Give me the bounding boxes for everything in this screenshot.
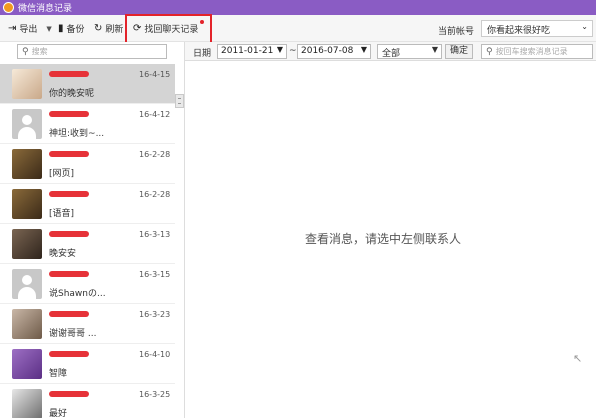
account-label: 当前帐号 bbox=[438, 27, 475, 37]
contact-item[interactable]: 16-4-15 你的晚安呢 bbox=[0, 64, 175, 104]
confirm-button[interactable]: 确定 bbox=[445, 44, 473, 59]
contact-name-redacted bbox=[49, 311, 89, 317]
contact-item[interactable]: 16-4-10 智障 bbox=[0, 344, 175, 384]
contact-date: 16-3-13 bbox=[139, 230, 171, 239]
contact-name-redacted bbox=[49, 111, 89, 117]
contact-date: 16-4-15 bbox=[139, 70, 171, 79]
contact-name-redacted bbox=[49, 71, 89, 77]
message-search-placeholder: 按回车搜索消息记录 bbox=[495, 47, 568, 56]
date-label: 日期 bbox=[193, 49, 212, 59]
contact-date: 16-3-23 bbox=[139, 310, 171, 319]
contact-name-redacted bbox=[49, 351, 89, 357]
contact-name-redacted bbox=[49, 231, 89, 237]
avatar bbox=[12, 149, 42, 179]
export-button[interactable]: ⇥ 导出 ▼ bbox=[8, 21, 52, 36]
message-type-value: 全部 bbox=[382, 49, 401, 59]
scrollbar-thumb[interactable] bbox=[175, 94, 184, 108]
contact-last-message: 你的晚安呢 bbox=[49, 89, 95, 99]
export-label: 导出 bbox=[19, 25, 38, 35]
message-search-input[interactable]: ⚲ 按回车搜索消息记录 bbox=[481, 44, 593, 59]
date-separator: ~ bbox=[289, 46, 297, 56]
backup-icon: ▮ bbox=[58, 23, 64, 34]
export-icon: ⇥ bbox=[8, 23, 17, 34]
contact-last-message: 最好 bbox=[49, 409, 68, 418]
contact-name-redacted bbox=[49, 191, 89, 197]
end-date-value: 2016-07-08 bbox=[301, 46, 354, 56]
refresh-button[interactable]: ↻ 刷新 bbox=[94, 21, 123, 36]
export-dropdown-icon[interactable]: ▼ bbox=[46, 25, 51, 33]
chevron-down-icon: ▼ bbox=[276, 45, 283, 54]
contact-date: 16-2-28 bbox=[139, 190, 171, 199]
contact-search-placeholder: 搜索 bbox=[31, 47, 48, 56]
avatar bbox=[12, 389, 42, 418]
avatar bbox=[12, 269, 42, 299]
contact-last-message: 说Shawnの... bbox=[49, 289, 106, 299]
contact-item[interactable]: 16-3-15 说Shawnの... bbox=[0, 264, 175, 304]
search-icon: ⚲ bbox=[486, 46, 493, 57]
contact-last-message: 神坦:收到~... bbox=[49, 129, 105, 139]
avatar bbox=[12, 69, 42, 99]
empty-state-text: 查看消息，请选中左侧联系人 bbox=[305, 232, 462, 246]
backup-button[interactable]: ▮ 备份 bbox=[58, 21, 85, 36]
start-date-picker[interactable]: 2011-01-21 ▼ bbox=[217, 44, 287, 59]
account-select[interactable]: 你看起来很好吃 ⌄ bbox=[481, 20, 593, 37]
contact-name-redacted bbox=[49, 391, 89, 397]
contact-last-message: 谢谢哥哥 ... bbox=[49, 329, 97, 339]
contact-last-message: 智障 bbox=[49, 369, 68, 379]
contact-date: 16-3-15 bbox=[139, 270, 171, 279]
contact-item[interactable]: 16-2-28 [网页] bbox=[0, 144, 175, 184]
backup-label: 备份 bbox=[66, 25, 85, 35]
contact-last-message: [语音] bbox=[49, 209, 75, 219]
window-title: 微信消息记录 bbox=[18, 4, 73, 14]
contact-date: 16-2-28 bbox=[139, 150, 171, 159]
message-type-select[interactable]: 全部 ▼ bbox=[377, 44, 442, 59]
end-date-picker[interactable]: 2016-07-08 ▼ bbox=[297, 44, 371, 59]
refresh-icon: ↻ bbox=[94, 23, 103, 34]
contact-item[interactable]: 16-3-23 谢谢哥哥 ... bbox=[0, 304, 175, 344]
contact-item[interactable]: 16-4-12 神坦:收到~... bbox=[0, 104, 175, 144]
contact-search-input[interactable]: ⚲ 搜索 bbox=[17, 44, 167, 59]
contact-item[interactable]: 16-3-25 最好 bbox=[0, 384, 175, 418]
refresh-label: 刷新 bbox=[105, 25, 124, 35]
app-logo-icon bbox=[3, 2, 14, 13]
contact-name-redacted bbox=[49, 151, 89, 157]
contact-last-message: 晚安安 bbox=[49, 249, 77, 259]
filter-bar: 日期 2011-01-21 ▼ ~ 2016-07-08 ▼ 全部 ▼ 确定 ⚲… bbox=[185, 42, 596, 61]
highlight-box bbox=[125, 14, 212, 44]
contact-list: 16-4-15 你的晚安呢 16-4-12 神坦:收到~... 16-2-28 [网页] 1… bbox=[0, 64, 175, 418]
chevron-down-icon: ⌄ bbox=[581, 22, 588, 31]
contact-name-redacted bbox=[49, 271, 89, 277]
contact-date: 16-3-25 bbox=[139, 390, 171, 399]
start-date-value: 2011-01-21 bbox=[221, 46, 274, 56]
avatar bbox=[12, 189, 42, 219]
chevron-down-icon: ▼ bbox=[360, 45, 367, 54]
contact-date: 16-4-10 bbox=[139, 350, 171, 359]
notification-dot bbox=[200, 20, 204, 24]
message-view: 查看消息，请选中左侧联系人 bbox=[185, 61, 596, 418]
toolbar: ⇥ 导出 ▼ ▮ 备份 ↻ 刷新 ⟳ 找回聊天记录 当前帐号 你看起来很好吃 ⌄ bbox=[0, 15, 596, 42]
avatar bbox=[12, 309, 42, 339]
search-icon: ⚲ bbox=[22, 46, 29, 57]
avatar bbox=[12, 349, 42, 379]
chevron-down-icon: ▼ bbox=[431, 45, 438, 54]
account-value: 你看起来很好吃 bbox=[487, 26, 551, 36]
contact-panel: ⚲ 搜索 16-4-15 你的晚安呢 16-4-12 神坦:收到~... 16-2-28… bbox=[0, 42, 185, 418]
cursor-icon: ↖ bbox=[573, 352, 583, 365]
avatar bbox=[12, 229, 42, 259]
contact-last-message: [网页] bbox=[49, 169, 75, 179]
title-bar: 微信消息记录 bbox=[0, 0, 596, 15]
contact-item[interactable]: 16-3-13 晚安安 bbox=[0, 224, 175, 264]
contact-item[interactable]: 16-2-28 [语音] bbox=[0, 184, 175, 224]
contact-date: 16-4-12 bbox=[139, 110, 171, 119]
avatar bbox=[12, 109, 42, 139]
